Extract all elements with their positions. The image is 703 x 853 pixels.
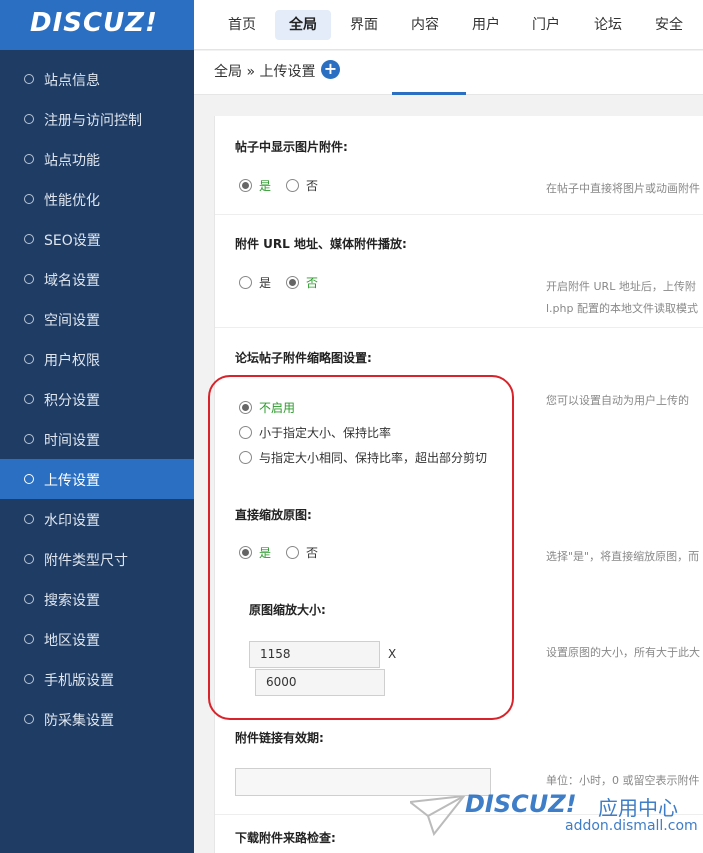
sidebar-item-user-permissions[interactable]: 用户权限 [0, 339, 194, 379]
sidebar-item-search[interactable]: 搜索设置 [0, 579, 194, 619]
watermark-url: addon.dismall.com [565, 818, 698, 834]
radio-label-yes: 是 [259, 276, 272, 290]
radio-show-image-yes[interactable] [239, 179, 252, 192]
watermark-logo: DISCUZ! [465, 790, 577, 818]
tab-portal[interactable]: 门户 [522, 10, 570, 40]
setting-title-attach-url: 附件 URL 地址、媒体附件播放: [235, 237, 407, 251]
circle-icon [24, 594, 34, 604]
top-nav: 首页 全局 界面 内容 用户 门户 论坛 安全 [194, 0, 703, 50]
circle-icon [24, 154, 34, 164]
tab-content[interactable]: 内容 [401, 10, 449, 40]
tab-global[interactable]: 全局 [275, 10, 331, 40]
circle-icon [24, 674, 34, 684]
radio-label-no: 否 [306, 179, 319, 193]
sidebar-item-space[interactable]: 空间设置 [0, 299, 194, 339]
tab-underline [392, 92, 466, 95]
sidebar-item-site-features[interactable]: 站点功能 [0, 139, 194, 179]
sidebar-item-upload[interactable]: 上传设置 [0, 459, 194, 499]
circle-icon [24, 714, 34, 724]
hint-link-expire: 单位：小时，0 或留空表示附件 [546, 774, 700, 787]
sidebar-item-attachment-types[interactable]: 附件类型尺寸 [0, 539, 194, 579]
sidebar-item-watermark[interactable]: 水印设置 [0, 499, 194, 539]
circle-icon [24, 394, 34, 404]
sidebar-item-time[interactable]: 时间设置 [0, 419, 194, 459]
circle-icon [24, 194, 34, 204]
divider [215, 214, 703, 215]
hint-show-image: 在帖子中直接将图片或动画附件 [546, 182, 700, 195]
tab-users[interactable]: 用户 [462, 10, 510, 40]
radio-label-no: 否 [306, 276, 319, 290]
tab-security[interactable]: 安全 [645, 10, 693, 40]
sidebar-item-domain[interactable]: 域名设置 [0, 259, 194, 299]
sidebar-item-mobile[interactable]: 手机版设置 [0, 659, 194, 699]
hint-original-size: 设置原图的大小，所有大于此大 [546, 646, 700, 659]
hint-thumbnail: 您可以设置自动为用户上传的 [546, 394, 689, 407]
discuz-logo: DISCUZ! [30, 8, 158, 38]
circle-icon [24, 354, 34, 364]
tab-interface[interactable]: 界面 [340, 10, 388, 40]
sidebar-item-performance[interactable]: 性能优化 [0, 179, 194, 219]
tab-home[interactable]: 首页 [218, 10, 266, 40]
circle-icon [24, 274, 34, 284]
radio-attach-url-yes[interactable] [239, 276, 252, 289]
circle-icon [24, 634, 34, 644]
sidebar-item-site-info[interactable]: 站点信息 [0, 59, 194, 99]
circle-icon [24, 514, 34, 524]
circle-icon [24, 74, 34, 84]
sidebar: 站点信息 注册与访问控制 站点功能 性能优化 SEO设置 域名设置 空间设置 用… [0, 50, 194, 853]
highlight-box [208, 375, 514, 720]
circle-icon [24, 234, 34, 244]
logo-area[interactable]: DISCUZ! [0, 0, 194, 50]
divider [215, 327, 703, 328]
watermark-label: 应用中心 [598, 796, 678, 820]
hint-resize-original: 选择"是"，将直接缩放原图，而 [546, 550, 700, 563]
radio-label-yes: 是 [259, 179, 272, 193]
radio-show-image-no[interactable] [286, 179, 299, 192]
circle-icon [24, 434, 34, 444]
hint-attach-url-2: l.php 配置的本地文件读取模式 [546, 302, 698, 315]
watermark: DISCUZ! 应用中心 addon.dismall.com [410, 788, 703, 840]
breadcrumb-bar: 全局 » 上传设置 + [194, 51, 703, 95]
setting-title-link-expire: 附件链接有效期: [235, 731, 324, 745]
setting-title-thumbnail: 论坛帖子附件缩略图设置: [235, 351, 372, 365]
sidebar-item-register-access[interactable]: 注册与访问控制 [0, 99, 194, 139]
sidebar-item-region[interactable]: 地区设置 [0, 619, 194, 659]
sidebar-item-seo[interactable]: SEO设置 [0, 219, 194, 259]
tab-forum[interactable]: 论坛 [584, 10, 632, 40]
circle-icon [24, 554, 34, 564]
radio-attach-url-no[interactable] [286, 276, 299, 289]
setting-title-referer-check: 下载附件来路检查: [235, 831, 336, 845]
hint-attach-url-1: 开启附件 URL 地址后，上传附 [546, 280, 696, 293]
sidebar-item-anti-scrape[interactable]: 防采集设置 [0, 699, 194, 739]
circle-icon [24, 114, 34, 124]
circle-icon [24, 474, 34, 484]
setting-title-show-image: 帖子中显示图片附件: [235, 140, 348, 154]
plus-icon[interactable]: + [321, 60, 340, 79]
paper-plane-icon [410, 796, 466, 836]
circle-icon [24, 314, 34, 324]
sidebar-item-credits[interactable]: 积分设置 [0, 379, 194, 419]
breadcrumb: 全局 » 上传设置 [214, 64, 316, 80]
